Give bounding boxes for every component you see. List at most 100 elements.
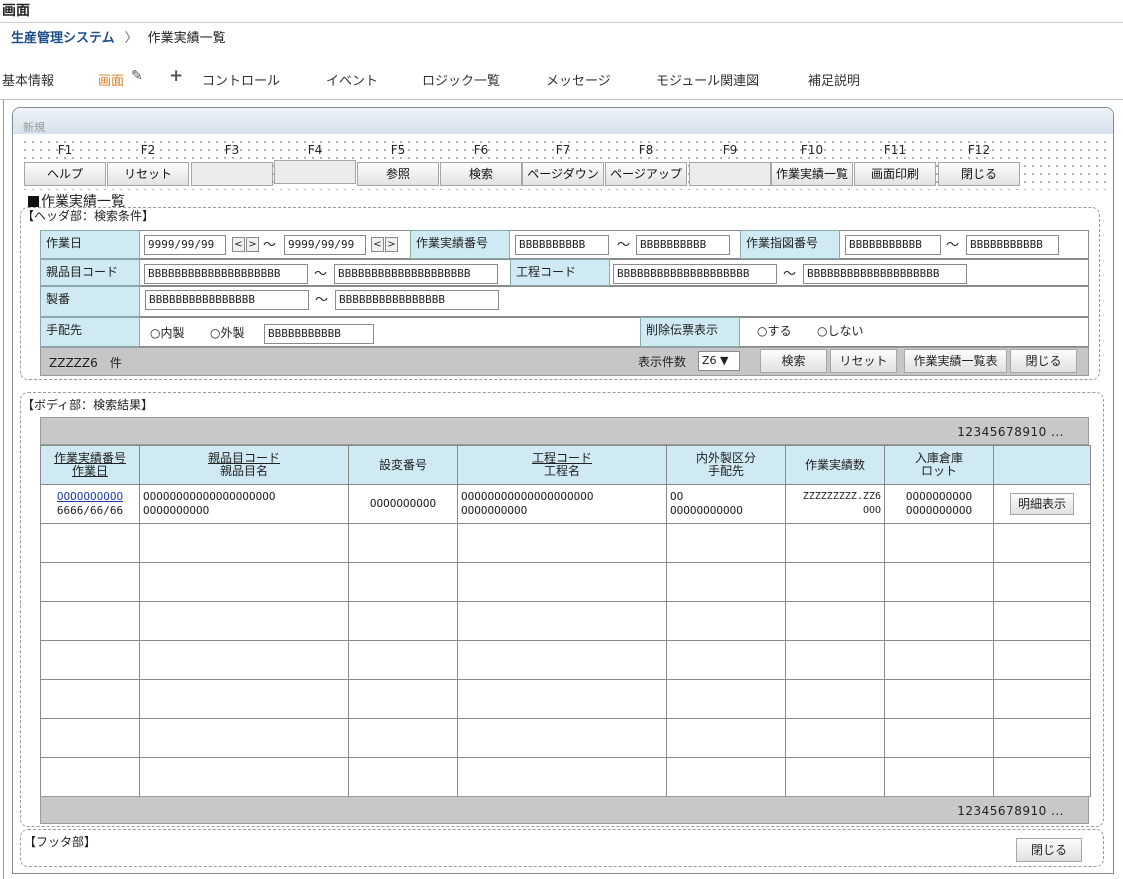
date-to-input[interactable]: 9999/99/99 <box>284 235 366 255</box>
order-no-to-input[interactable]: BBBBBBBBBBB <box>966 235 1059 255</box>
pager-bar-top: 12345678910 ... <box>40 417 1089 445</box>
results-table: 作業実績番号 作業日 親品目コード 親品目名 設変番号 工程コード 工程名 内外製区分… <box>40 445 1091 797</box>
col-parent-code[interactable]: 親品目コード 親品目名 <box>139 445 349 485</box>
fkey-button-f10[interactable]: 作業実績一覧 <box>771 162 853 186</box>
col-parent-code-label: 親品目コード <box>207 451 280 465</box>
table-row <box>40 640 1091 680</box>
date-to-prev-button[interactable]: < <box>371 237 384 252</box>
fkey-label-f3: F3 <box>224 143 240 157</box>
result-qty-value: ZZZZZZZZZ.ZZ6 <box>802 491 881 502</box>
tab-control[interactable]: コントロール <box>202 70 280 89</box>
col-inout-type: 内外製区分 手配先 <box>666 445 786 485</box>
parent-code-label: 親品目コード <box>40 259 140 286</box>
header-close-button[interactable]: 閉じる <box>1010 349 1077 373</box>
result-no-from-input[interactable]: BBBBBBBBBB <box>515 235 609 255</box>
pager-bottom[interactable]: 12345678910 ... <box>957 804 1064 818</box>
fkey-button-f3[interactable] <box>191 162 273 186</box>
col-result-qty-label: 作業実績数 <box>804 457 865 472</box>
detail-button[interactable]: 明細表示 <box>1010 493 1074 515</box>
frame-header <box>13 108 1113 134</box>
breadcrumb-system-link[interactable]: 生産管理システム <box>11 27 115 46</box>
display-count-select[interactable]: Z6 ▼ <box>698 351 740 371</box>
plus-icon[interactable]: + <box>169 66 183 86</box>
radio-show-deleted[interactable]: ○する <box>757 322 791 339</box>
fkey-label-f9: F9 <box>722 143 738 157</box>
tab-basic-info[interactable]: 基本情報 <box>2 70 54 89</box>
table-header-row: 作業実績番号 作業日 親品目コード 親品目名 設変番号 工程コード 工程名 内外製区分… <box>40 445 1091 485</box>
date-from-next-button[interactable]: > <box>246 237 259 252</box>
fkey-label-f6: F6 <box>473 143 489 157</box>
tab-logic[interactable]: ロジック一覧 <box>422 70 500 89</box>
warehouse-value: OOOOOOOOOO <box>905 490 973 503</box>
tab-event[interactable]: イベント <box>326 70 378 89</box>
footer-close-button[interactable]: 閉じる <box>1016 838 1082 862</box>
date-from-prev-button[interactable]: < <box>232 237 245 252</box>
seiban-label: 製番 <box>40 286 140 317</box>
fkey-label-f8: F8 <box>638 143 654 157</box>
process-code-to-input[interactable]: BBBBBBBBBBBBBBBBBBBB <box>803 264 967 284</box>
radio-external[interactable]: ○外製 <box>210 324 244 341</box>
fkey-button-f8[interactable]: ページアップ <box>605 162 687 186</box>
divider <box>3 100 4 879</box>
search-row-4 <box>40 317 1089 347</box>
order-no-label: 作業指図番号 <box>740 230 840 259</box>
fkey-button-f1[interactable]: ヘルプ <box>24 162 106 186</box>
fkey-button-f2[interactable]: リセット <box>107 162 189 186</box>
fkey-button-f5[interactable]: 参照 <box>357 162 439 186</box>
result-no-to-input[interactable]: BBBBBBBBBB <box>636 235 730 255</box>
seiban-from-input[interactable]: BBBBBBBBBBBBBBBB <box>145 290 309 310</box>
col-process-name-label: 工程名 <box>543 464 580 478</box>
table-row <box>40 757 1091 797</box>
result-no-link[interactable]: OOOOOOOOOO <box>57 490 123 503</box>
tab-screen[interactable]: 画面 <box>98 70 124 89</box>
col-process-code[interactable]: 工程コード 工程名 <box>457 445 667 485</box>
radio-hide-deleted[interactable]: ○しない <box>817 322 863 339</box>
table-row <box>40 562 1091 602</box>
seiban-to-input[interactable]: BBBBBBBBBBBBBBBB <box>335 290 499 310</box>
tab-supplement[interactable]: 補足説明 <box>808 70 860 89</box>
parent-code-from-input[interactable]: BBBBBBBBBBBBBBBBBBBB <box>144 264 308 284</box>
fkey-button-f6[interactable]: 検索 <box>440 162 522 186</box>
date-to-next-button[interactable]: > <box>385 237 398 252</box>
range-tilde: ～ <box>617 238 631 253</box>
process-code-from-input[interactable]: BBBBBBBBBBBBBBBBBBBB <box>613 264 777 284</box>
supplier-input[interactable]: BBBBBBBBBBB <box>264 324 374 344</box>
tab-message[interactable]: メッセージ <box>546 70 611 89</box>
fkey-button-f9[interactable] <box>689 162 771 186</box>
fkey-button-f12[interactable]: 閉じる <box>938 162 1020 186</box>
fkey-label-f1: F1 <box>57 143 73 157</box>
parent-name-value: OOOOOOOOOO <box>143 504 210 517</box>
fkey-label-f4: F4 <box>307 143 323 157</box>
col-result-no-label: 作業実績番号 <box>53 451 126 465</box>
range-tilde: ～ <box>314 267 328 282</box>
change-no-value: OOOOOOOOOO <box>369 497 437 510</box>
process-code-label: 工程コード <box>510 259 610 286</box>
inout-type-value: OO <box>670 490 684 503</box>
footer-section <box>20 829 1104 867</box>
footer-section-label: 【フッタ部】 <box>24 835 97 849</box>
reset-button[interactable]: リセット <box>830 349 897 373</box>
table-row <box>40 523 1091 563</box>
date-from-input[interactable]: 9999/99/99 <box>144 235 226 255</box>
supplier-label: 手配先 <box>40 317 140 347</box>
pager-top[interactable]: 12345678910 ... <box>957 425 1064 439</box>
result-list-report-button[interactable]: 作業実績一覧表 <box>904 349 1007 373</box>
tab-bar: 基本情報 画面 ✎ + コントロール イベント ロジック一覧 メッセージ モジュ… <box>0 66 1123 92</box>
col-change-no: 設変番号 <box>348 445 458 485</box>
col-result-no[interactable]: 作業実績番号 作業日 <box>40 445 140 485</box>
fkey-button-f7[interactable]: ページダウン <box>522 162 604 186</box>
tab-module[interactable]: モジュール関連図 <box>656 70 759 89</box>
parent-code-to-input[interactable]: BBBBBBBBBBBBBBBBBBBB <box>334 264 498 284</box>
fkey-label-f5: F5 <box>390 143 406 157</box>
order-no-from-input[interactable]: BBBBBBBBBBB <box>845 235 941 255</box>
col-warehouse: 入庫倉庫 ロット <box>884 445 994 485</box>
edit-icon[interactable]: ✎ <box>131 68 143 84</box>
col-change-no-label: 設変番号 <box>378 457 427 472</box>
search-button[interactable]: 検索 <box>760 349 827 373</box>
fkey-label-f10: F10 <box>800 143 824 157</box>
radio-internal[interactable]: ○内製 <box>150 324 184 341</box>
header-section-label: 【ヘッダ部：検索条件】 <box>22 209 155 223</box>
fkey-button-f11[interactable]: 画面印刷 <box>854 162 936 186</box>
col-warehouse-label: 入庫倉庫 <box>914 451 963 465</box>
fkey-button-f4[interactable] <box>274 160 356 184</box>
